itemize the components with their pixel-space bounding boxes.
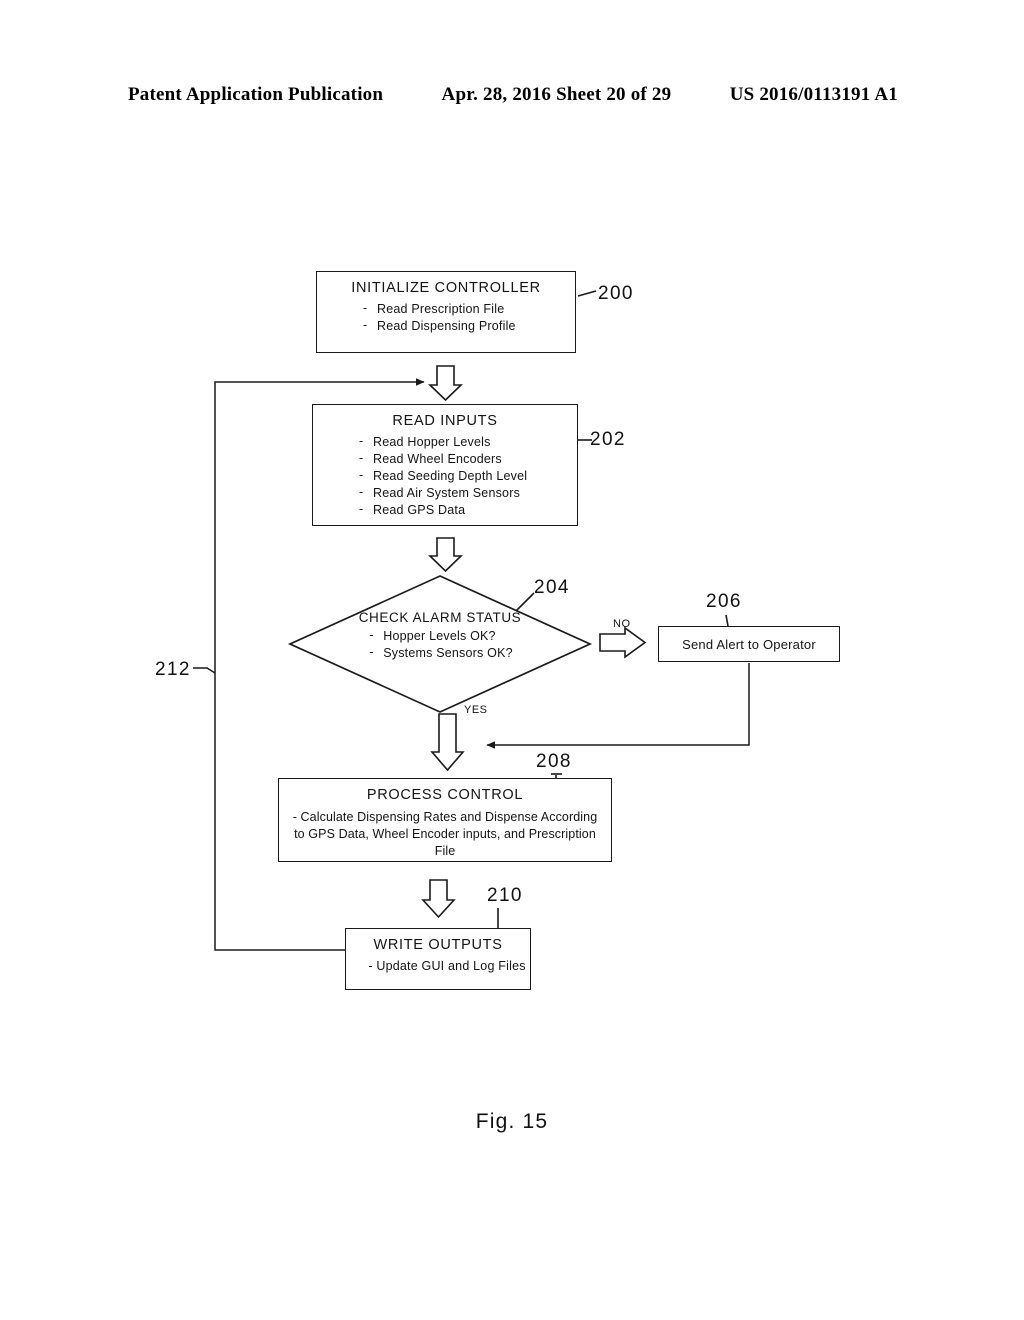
figure-caption: Fig. 15 (475, 1110, 549, 1133)
flow-node-read-inputs[interactable]: READ INPUTS Read Hopper Levels Read Whee… (312, 404, 578, 526)
node-bullets-read-inputs: Read Hopper Levels Read Wheel Encoders R… (357, 433, 577, 519)
bullet-item: Read Prescription File (361, 300, 575, 318)
node-bullets-check-alarm: Hopper Levels OK? Systems Sensors OK? (367, 627, 513, 662)
node-title-read-inputs: READ INPUTS (392, 413, 498, 429)
block-arrow-yes-branch (430, 713, 465, 772)
edge-label-no: NO (613, 618, 631, 630)
reference-numeral-208: 208 (536, 751, 572, 772)
reference-numeral-202: 202 (590, 429, 626, 450)
bullet-item: Read Seeding Depth Level (357, 467, 577, 485)
reference-numeral-210: 210 (487, 885, 523, 906)
block-arrow-read-to-check (428, 537, 463, 573)
leader-line-206 (725, 614, 729, 627)
flow-node-write-outputs[interactable]: WRITE OUTPUTS - Update GUI and Log Files (345, 928, 531, 990)
bullet-item: - Update GUI and Log Files (368, 959, 526, 973)
node-title-check-alarm: CHECK ALARM STATUS (358, 610, 522, 625)
node-body-process-control: - Calculate Dispensing Rates and Dispens… (292, 810, 598, 858)
reference-numeral-200: 200 (598, 283, 634, 304)
block-arrow-process-to-write (421, 879, 456, 919)
flow-node-send-alert[interactable]: Send Alert to Operator (658, 626, 840, 662)
block-arrow-no-branch (599, 626, 647, 659)
reference-numeral-212: 212 (155, 659, 191, 680)
node-title-initialize: INITIALIZE CONTROLLER (351, 280, 541, 296)
leader-line-212 (193, 667, 216, 674)
node-bullets-initialize: Read Prescription File Read Dispensing P… (361, 300, 575, 335)
flow-node-process-control[interactable]: PROCESS CONTROL - Calculate Dispensing R… (278, 778, 612, 862)
reference-numeral-204: 204 (534, 577, 570, 598)
reference-numeral-206: 206 (706, 591, 742, 612)
bullet-item: Systems Sensors OK? (367, 644, 513, 662)
flow-node-initialize-controller[interactable]: INITIALIZE CONTROLLER Read Prescription … (316, 271, 576, 353)
bullet-item: Read Air System Sensors (357, 484, 577, 502)
node-bullets-write-outputs: - Update GUI and Log Files (364, 958, 530, 975)
bullet-item: Read Wheel Encoders (357, 450, 577, 468)
bullet-item: Read Hopper Levels (357, 433, 577, 451)
edge-label-yes: YES (464, 704, 488, 716)
bullet-item: Hopper Levels OK? (367, 627, 513, 645)
node-title-process-control: PROCESS CONTROL (366, 787, 524, 803)
block-arrow-init-to-read (428, 365, 463, 402)
node-text-check-alarm: CHECK ALARM STATUS Hopper Levels OK? Sys… (290, 610, 590, 662)
bullet-item: Read GPS Data (357, 501, 577, 519)
node-title-write-outputs: WRITE OUTPUTS (373, 937, 503, 953)
node-title-send-alert: Send Alert to Operator (682, 637, 816, 652)
leader-line-200 (577, 290, 597, 297)
bullet-item: Read Dispensing Profile (361, 317, 575, 335)
